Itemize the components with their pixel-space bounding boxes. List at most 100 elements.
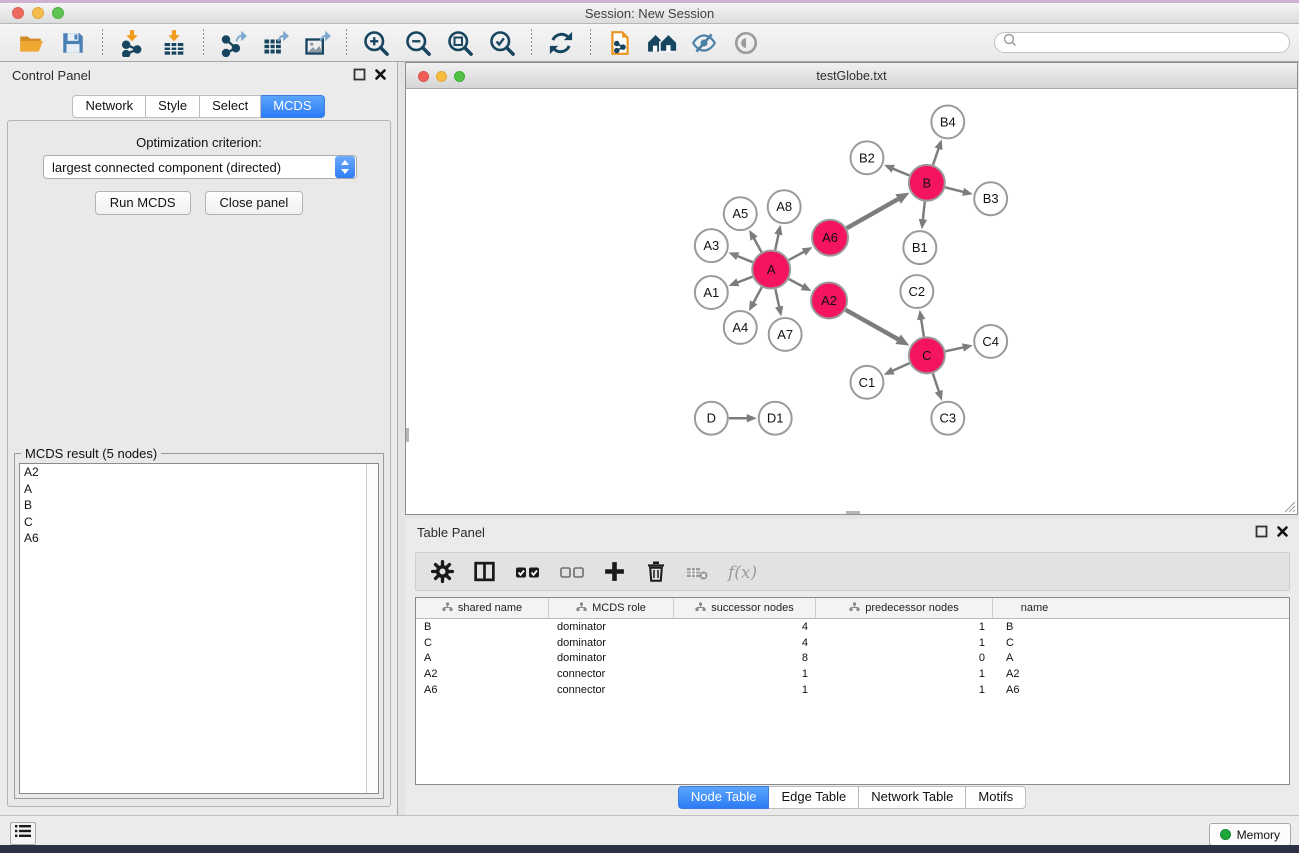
zoom-fit-icon[interactable]	[445, 28, 475, 58]
mcds-result-item[interactable]: C	[20, 514, 378, 531]
zoom-in-icon[interactable]	[361, 28, 391, 58]
float-table-panel-icon[interactable]	[1255, 525, 1268, 543]
table-row[interactable]: Adominator80A	[416, 650, 1289, 666]
task-history-button[interactable]	[10, 822, 36, 845]
tab-node-table[interactable]: Node Table	[678, 786, 770, 809]
open-icon[interactable]	[16, 28, 46, 58]
mcds-result-item[interactable]: B	[20, 497, 378, 514]
checked-pair-icon[interactable]	[514, 560, 542, 584]
node-label-C3: C3	[939, 411, 956, 426]
edge-A-A3[interactable]	[736, 256, 752, 263]
close-window-button[interactable]	[12, 7, 24, 19]
tab-network-table[interactable]: Network Table	[859, 786, 966, 809]
network-file-icon[interactable]	[605, 28, 635, 58]
node-label-A: A	[767, 262, 776, 277]
edge-C-C4[interactable]	[945, 347, 964, 351]
gear-icon[interactable]	[430, 559, 455, 584]
node-label-B4: B4	[940, 114, 956, 129]
edge-A-A7[interactable]	[775, 289, 779, 308]
node-label-A4: A4	[732, 320, 748, 335]
search-input[interactable]	[994, 32, 1290, 53]
node-label-C4: C4	[982, 334, 999, 349]
column-header-shared-name[interactable]: shared name	[416, 598, 549, 618]
desktop-background	[0, 845, 1299, 853]
tab-motifs[interactable]: Motifs	[966, 786, 1026, 809]
arrowhead-icon	[935, 390, 943, 401]
tab-mcds[interactable]: MCDS	[261, 95, 324, 118]
table-row[interactable]: Cdominator41C	[416, 635, 1289, 651]
export-image-icon[interactable]	[302, 28, 332, 58]
tab-edge-table[interactable]: Edge Table	[769, 786, 859, 809]
homes-icon[interactable]	[647, 28, 677, 58]
zoom-out-icon[interactable]	[403, 28, 433, 58]
table-panel: Table Panel f(x) shared nameMCDS rolesuc…	[405, 519, 1299, 815]
columns-icon[interactable]	[472, 559, 497, 584]
unchecked-pair-icon[interactable]	[559, 560, 585, 584]
plus-icon[interactable]	[602, 559, 627, 584]
zoom-window-button[interactable]	[52, 7, 64, 19]
column-header-MCDS-role[interactable]: MCDS role	[549, 598, 674, 618]
close-table-panel-icon[interactable]	[1276, 525, 1289, 543]
edge-A-A8[interactable]	[775, 233, 778, 250]
edge-C-C1[interactable]	[892, 363, 910, 371]
refresh-icon[interactable]	[546, 28, 576, 58]
svg-text:f(x): f(x)	[726, 563, 757, 583]
edge-B-B2[interactable]	[892, 168, 909, 175]
mcds-result-item[interactable]: A	[20, 481, 378, 498]
table-row[interactable]: Bdominator41B	[416, 619, 1289, 635]
edge-A-A6[interactable]	[789, 251, 805, 260]
mcds-result-item[interactable]: A2	[20, 464, 378, 481]
edge-B-B4[interactable]	[933, 147, 939, 164]
edge-C-C3[interactable]	[933, 373, 939, 392]
column-header-predecessor-nodes[interactable]: predecessor nodes	[816, 598, 993, 618]
tab-select[interactable]: Select	[200, 95, 261, 118]
edge-B-B1[interactable]	[923, 202, 925, 221]
network-close-button[interactable]	[418, 71, 429, 82]
edge-A6-B[interactable]	[847, 198, 900, 228]
network-canvas[interactable]: AA1A2A3A4A5A6A7A8BB1B2B3B4CC1C2C3C4DD1	[407, 89, 1296, 514]
bottom-scroll-nub	[846, 511, 860, 514]
memory-button[interactable]: Memory	[1209, 823, 1291, 846]
column-label: predecessor nodes	[865, 602, 959, 614]
eye-slash-icon[interactable]	[689, 28, 719, 58]
zoom-selected-icon[interactable]	[487, 28, 517, 58]
network-window-title: testGlobe.txt	[816, 69, 886, 83]
mcds-list-scrollbar[interactable]	[366, 464, 378, 793]
import-network-icon[interactable]	[117, 28, 147, 58]
column-label: shared name	[458, 602, 522, 614]
import-table-icon[interactable]	[159, 28, 189, 58]
tab-style[interactable]: Style	[146, 95, 200, 118]
export-network-icon[interactable]	[218, 28, 248, 58]
mcds-result-list[interactable]: A2ABCA6	[19, 463, 379, 794]
edge-A-A2[interactable]	[789, 279, 804, 287]
node-label-C2: C2	[909, 284, 926, 299]
save-icon[interactable]	[58, 28, 88, 58]
network-minimize-button[interactable]	[436, 71, 447, 82]
trash-icon[interactable]	[644, 559, 668, 584]
minimize-window-button[interactable]	[32, 7, 44, 19]
edge-A-A5[interactable]	[753, 237, 761, 252]
edge-A-A4[interactable]	[753, 287, 762, 304]
criterion-dropdown[interactable]: largest connected component (directed)	[43, 155, 357, 179]
edge-A2-C[interactable]	[846, 310, 900, 340]
tab-network[interactable]: Network	[72, 95, 146, 118]
table-row[interactable]: A2connector11A2	[416, 666, 1289, 682]
edge-C-C2[interactable]	[921, 318, 924, 337]
mcds-result-item[interactable]: A6	[20, 530, 378, 547]
node-label-A1: A1	[703, 285, 719, 300]
close-panel-icon[interactable]	[374, 68, 387, 86]
app-titlebar: Session: New Session	[0, 3, 1299, 24]
column-header-name[interactable]: name	[993, 598, 1076, 618]
arrowhead-icon	[884, 165, 895, 173]
close-panel-button[interactable]: Close panel	[205, 191, 304, 215]
resize-grip-icon[interactable]	[1282, 499, 1296, 513]
float-panel-icon[interactable]	[353, 68, 366, 86]
edge-B-B3[interactable]	[945, 187, 964, 192]
network-zoom-button[interactable]	[454, 71, 465, 82]
eye-icon[interactable]	[731, 28, 761, 58]
table-row[interactable]: A6connector11A6	[416, 682, 1289, 698]
run-mcds-button[interactable]: Run MCDS	[95, 191, 191, 215]
edge-A-A1[interactable]	[736, 277, 752, 283]
column-header-successor-nodes[interactable]: successor nodes	[674, 598, 816, 618]
export-table-icon[interactable]	[260, 28, 290, 58]
